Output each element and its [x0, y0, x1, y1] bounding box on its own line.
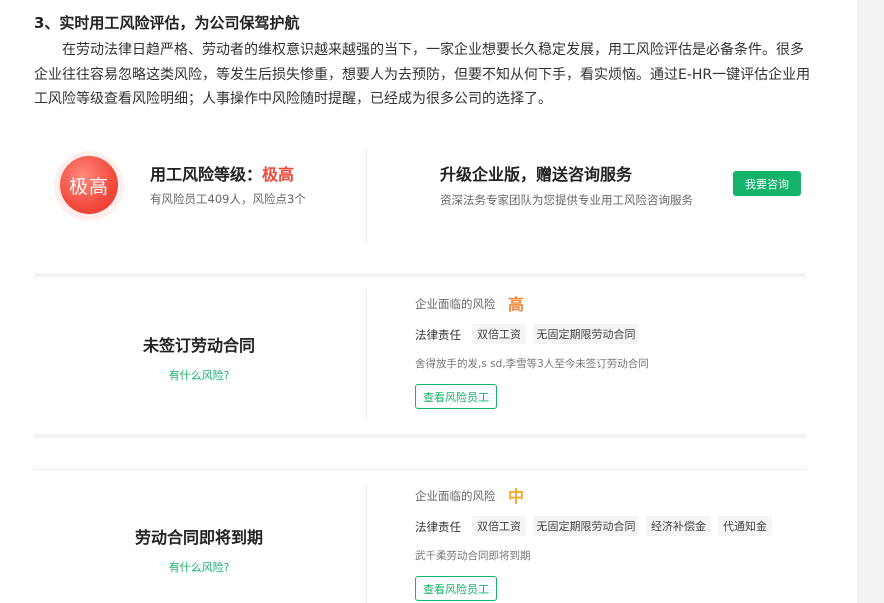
risk-face-level: 中 — [508, 487, 525, 506]
risk-level-value: 极高 — [262, 165, 295, 184]
liability-chip: 代通知金 — [718, 516, 772, 536]
consult-button[interactable]: 我要咨询 — [733, 171, 801, 196]
what-risk-link[interactable]: 有什么风险? — [34, 367, 364, 383]
risk-face-label: 企业面临的风险 — [415, 297, 496, 311]
legal-liability-label: 法律责任 — [415, 520, 461, 534]
liability-chip: 双倍工资 — [472, 516, 526, 536]
risk-note: 舍得放手的发,s sd,李雪等3人至今未签订劳动合同 — [415, 358, 649, 370]
risk-card-title: 劳动合同即将到期 — [134, 528, 263, 547]
what-risk-link[interactable]: 有什么风险? — [34, 559, 364, 575]
upgrade-promo-title: 升级企业版，赠送咨询服务 — [440, 165, 633, 184]
card-divider — [366, 290, 367, 418]
liability-chip: 双倍工资 — [472, 324, 526, 344]
risk-level-badge: 极高 — [51, 150, 131, 221]
risk-face-label: 企业面临的风险 — [415, 489, 496, 503]
right-margin-strip — [857, 0, 884, 603]
section-paragraph: 在劳动法律日趋严格、劳动者的维权意识越来越强的当下，一家企业想要长久稳定发展，用… — [34, 42, 811, 107]
risk-face-level: 高 — [508, 295, 525, 314]
risk-level-subtext: 有风险员工409人，风险点3个 — [150, 192, 306, 206]
badge-text: 极高 — [60, 156, 118, 214]
upgrade-promo-subtext: 资深法务专家团队为您提供专业用工风险咨询服务 — [440, 193, 693, 207]
legal-liability-label: 法律责任 — [415, 328, 461, 342]
risk-level-label: 用工风险等级： — [150, 165, 263, 184]
card-bottom-border — [34, 434, 806, 438]
liability-chip: 经济补偿金 — [646, 516, 711, 536]
liability-chip: 无固定期限劳动合同 — [533, 324, 639, 344]
risk-note: 武千柔劳动合同即将到期 — [415, 550, 531, 562]
summary-divider — [366, 148, 367, 244]
view-risk-employees-button[interactable]: 查看风险员工 — [415, 576, 497, 601]
liability-chip: 无固定期限劳动合同 — [533, 516, 639, 536]
card-divider — [366, 484, 367, 603]
card-top-border — [34, 273, 806, 277]
view-risk-employees-button[interactable]: 查看风险员工 — [415, 384, 497, 409]
risk-level-line: 用工风险等级：极高 — [150, 161, 294, 185]
card-top-border — [34, 469, 806, 470]
section-heading: 3、实时用工风险评估，为公司保驾护航 — [34, 14, 300, 32]
risk-card-title: 未签订劳动合同 — [142, 336, 255, 355]
